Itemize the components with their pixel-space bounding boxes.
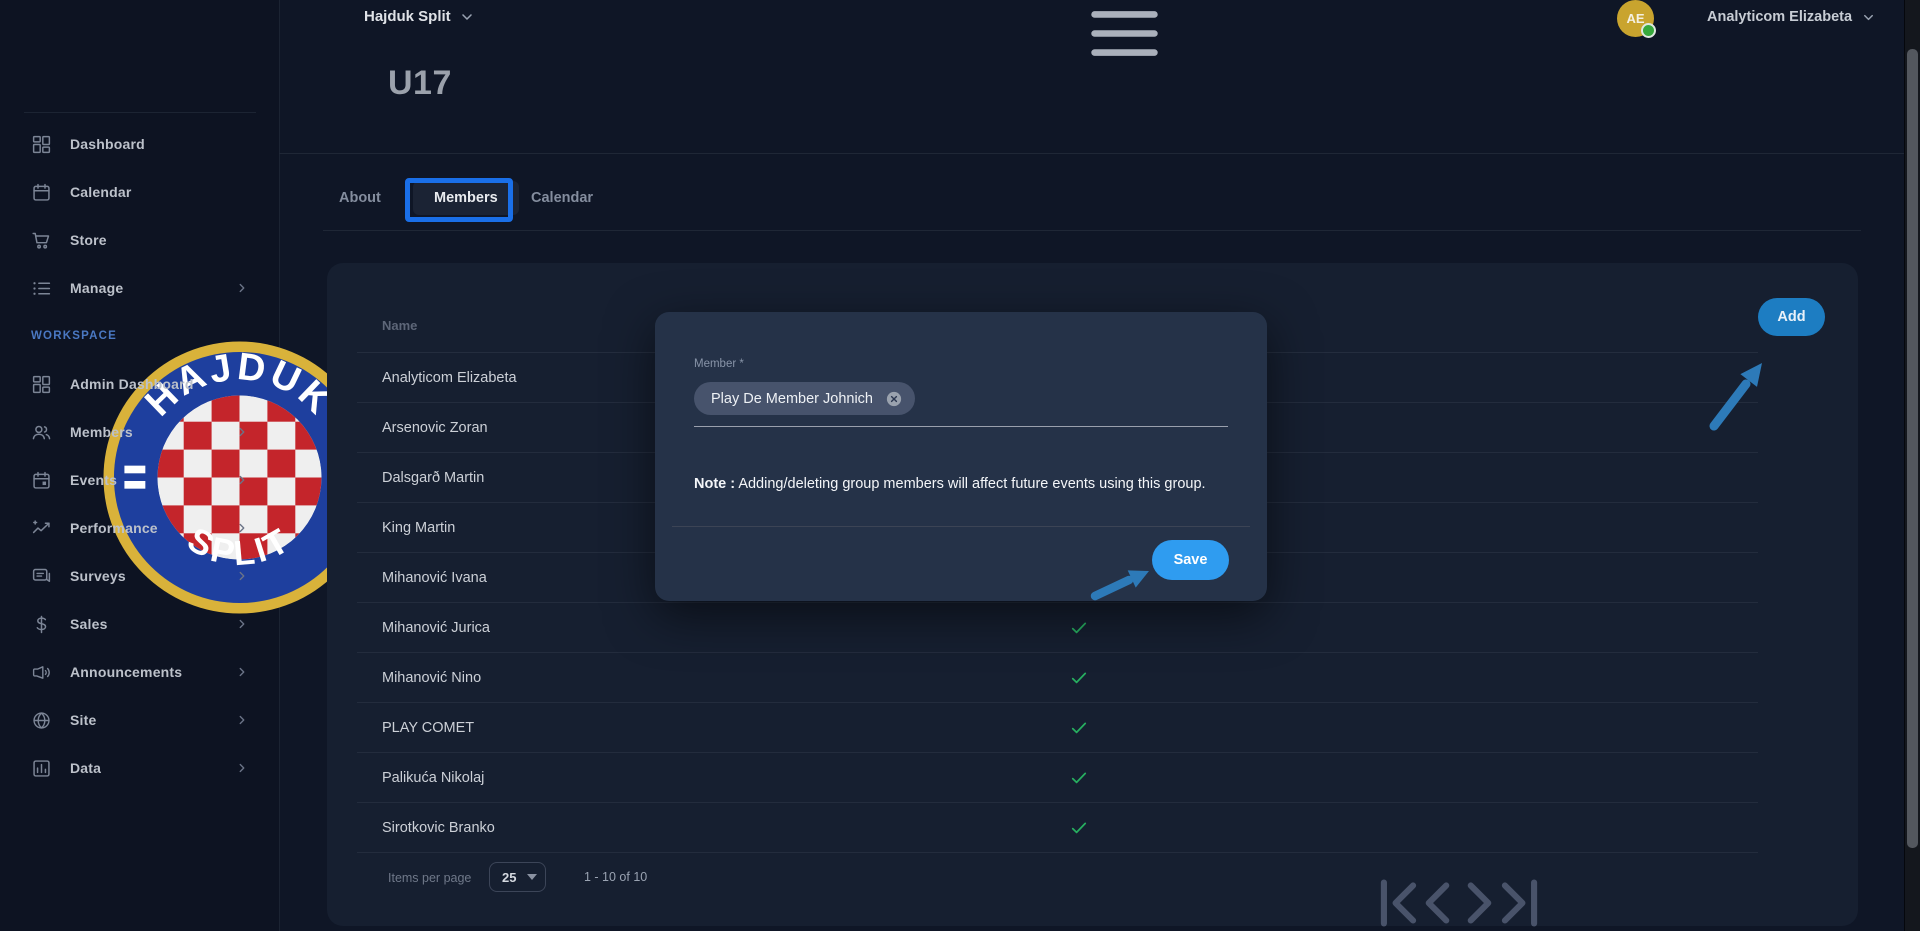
topbar: Hajduk Split AE Analyticom Elizabeta bbox=[279, 0, 1904, 49]
sidebar-item-label: Surveys bbox=[70, 568, 126, 584]
sidebar-divider bbox=[24, 112, 256, 113]
globe-icon bbox=[31, 710, 52, 731]
sidebar-item-label: Members bbox=[70, 424, 133, 440]
note-text: Note : Adding/deleting group members wil… bbox=[694, 476, 1206, 492]
sidebar-item-calendar[interactable]: Calendar bbox=[0, 168, 279, 216]
user-menu[interactable]: Analyticom Elizabeta bbox=[1707, 9, 1876, 25]
presence-dot bbox=[1641, 23, 1656, 38]
avatar-initials: AE bbox=[1626, 11, 1644, 26]
chevron-right-icon bbox=[235, 569, 249, 583]
scrollbar-track[interactable] bbox=[1904, 0, 1920, 931]
grid-icon bbox=[31, 134, 52, 155]
sidebar-item-label: Site bbox=[70, 712, 96, 728]
remove-chip-icon[interactable] bbox=[885, 390, 903, 408]
sidebar-item-members[interactable]: Members bbox=[0, 408, 279, 456]
chevron-right-icon bbox=[235, 665, 249, 679]
sidebar-item-surveys[interactable]: Surveys bbox=[0, 552, 279, 600]
page-range-text: 1 - 10 of 10 bbox=[584, 870, 647, 884]
club-name: Hajduk Split bbox=[364, 8, 451, 25]
table-row[interactable]: Mihanović Jurica bbox=[357, 603, 1758, 653]
add-member-dialog: Member * Play De Member Johnich Note : A… bbox=[655, 312, 1267, 601]
chevron-right-icon bbox=[235, 281, 249, 295]
tab-members[interactable]: Members bbox=[413, 181, 519, 215]
bar-chart-icon bbox=[31, 758, 52, 779]
table-row[interactable]: Mihanović Nino bbox=[357, 653, 1758, 703]
page-size-value: 25 bbox=[502, 870, 516, 885]
add-button[interactable]: Add bbox=[1758, 298, 1825, 336]
sidebar-item-label: Store bbox=[70, 232, 107, 248]
chevron-down-icon bbox=[1861, 10, 1876, 25]
scrollbar-thumb[interactable] bbox=[1907, 49, 1918, 848]
sidebar-item-label: Performance bbox=[70, 520, 158, 536]
sidebar-item-site[interactable]: Site bbox=[0, 696, 279, 744]
sidebar-item-performance[interactable]: Performance bbox=[0, 504, 279, 552]
page-size-select[interactable]: 25 bbox=[489, 862, 546, 892]
chevron-right-icon bbox=[235, 473, 249, 487]
sidebar-item-label: Dashboard bbox=[70, 136, 145, 152]
check-icon bbox=[1069, 768, 1089, 788]
user-name: Analyticom Elizabeta bbox=[1707, 9, 1852, 25]
tab-calendar[interactable]: Calendar bbox=[531, 190, 593, 206]
sidebar-item-label: Data bbox=[70, 760, 101, 776]
member-field-underline bbox=[694, 426, 1228, 427]
chevron-right-icon bbox=[235, 713, 249, 727]
sidebar-item-events[interactable]: Events bbox=[0, 456, 279, 504]
dialog-divider bbox=[672, 526, 1250, 527]
name-column-header: Name bbox=[382, 318, 417, 333]
sidebar-item-label: Sales bbox=[70, 616, 108, 632]
sidebar-item-sales[interactable]: Sales bbox=[0, 600, 279, 648]
club-switcher[interactable]: Hajduk Split bbox=[364, 8, 475, 25]
calendar-icon bbox=[31, 182, 52, 203]
tabs-divider bbox=[323, 230, 1861, 231]
check-icon bbox=[1069, 818, 1089, 838]
list-icon bbox=[31, 278, 52, 299]
cart-icon bbox=[31, 230, 52, 251]
member-chip[interactable]: Play De Member Johnich bbox=[694, 382, 915, 415]
member-chip-text: Play De Member Johnich bbox=[711, 391, 873, 407]
calendar-event-icon bbox=[31, 470, 52, 491]
trend-icon bbox=[31, 518, 52, 539]
page-title: U17 bbox=[388, 64, 452, 103]
sidebar-item-store[interactable]: Store bbox=[0, 216, 279, 264]
chevron-down-icon bbox=[459, 9, 475, 25]
member-field-label: Member * bbox=[694, 358, 744, 370]
caret-down-icon bbox=[527, 874, 537, 880]
table-row[interactable]: PLAY COMET bbox=[357, 703, 1758, 753]
table-row[interactable]: Palikuća Nikolaj bbox=[357, 753, 1758, 803]
chevron-right-icon bbox=[235, 521, 249, 535]
chevron-right-icon bbox=[235, 761, 249, 775]
check-icon bbox=[1069, 718, 1089, 738]
avatar[interactable]: AE bbox=[1617, 0, 1654, 37]
chat-outline-icon bbox=[31, 566, 52, 587]
sidebar-item-dashboard[interactable]: Dashboard bbox=[0, 120, 279, 168]
sidebar-item-admin-dashboard[interactable]: Admin Dashboard bbox=[0, 360, 279, 408]
sidebar-item-label: Events bbox=[70, 472, 117, 488]
sidebar: HAJDUK SPLIT Dashboard Calendar Store bbox=[0, 0, 280, 931]
users-icon bbox=[31, 422, 52, 443]
dollar-icon bbox=[31, 614, 52, 635]
sidebar-item-label: Admin Dashboard bbox=[70, 376, 194, 392]
items-per-page-label: Items per page bbox=[388, 871, 471, 885]
grid-icon bbox=[31, 374, 52, 395]
chevron-right-icon bbox=[235, 425, 249, 439]
tab-about[interactable]: About bbox=[339, 190, 381, 206]
sidebar-nav: Dashboard Calendar Store Manage WORKSPAC… bbox=[0, 120, 279, 792]
megaphone-icon bbox=[31, 662, 52, 683]
sidebar-item-label: Announcements bbox=[70, 664, 182, 680]
sidebar-item-label: Calendar bbox=[70, 184, 132, 200]
workspace-section-label: WORKSPACE bbox=[0, 312, 279, 360]
sidebar-item-announcements[interactable]: Announcements bbox=[0, 648, 279, 696]
header-divider bbox=[279, 153, 1904, 154]
chevron-right-icon bbox=[235, 617, 249, 631]
sidebar-item-label: Manage bbox=[70, 280, 123, 296]
check-icon bbox=[1069, 668, 1089, 688]
pagination-bar: Items per page 25 1 - 10 of 10 bbox=[357, 842, 1758, 912]
last-page-button[interactable] bbox=[819, 868, 1920, 931]
sidebar-item-data[interactable]: Data bbox=[0, 744, 279, 792]
save-button[interactable]: Save bbox=[1152, 540, 1229, 580]
app-window: HAJDUK SPLIT Dashboard Calendar Store bbox=[0, 0, 1920, 931]
sidebar-item-manage[interactable]: Manage bbox=[0, 264, 279, 312]
check-icon bbox=[1069, 618, 1089, 638]
